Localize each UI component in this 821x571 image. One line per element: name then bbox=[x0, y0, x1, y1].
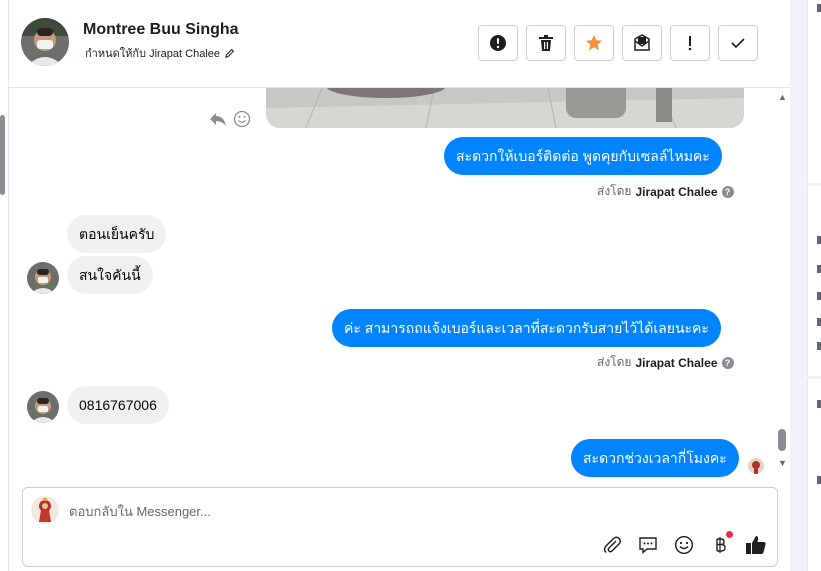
details-marker bbox=[817, 476, 821, 484]
payment-button[interactable] bbox=[709, 531, 733, 556]
contact-avatar-small[interactable] bbox=[27, 391, 59, 423]
conversation-actions bbox=[478, 25, 758, 61]
smiley-icon bbox=[674, 535, 694, 555]
mark-unread-button[interactable] bbox=[622, 25, 662, 61]
message-scrollbar[interactable]: ▲ ▼ bbox=[775, 88, 790, 478]
reply-icon[interactable] bbox=[209, 111, 227, 127]
details-marker bbox=[817, 342, 821, 350]
assigned-to-text: กำหนดให้กับ Jirapat Chalee bbox=[85, 48, 221, 60]
sent-by-label: ส่งโดย Jirapat Chalee ? bbox=[597, 182, 734, 201]
like-button[interactable] bbox=[745, 534, 767, 556]
details-marker bbox=[817, 236, 821, 244]
thumbs-up-icon bbox=[746, 536, 766, 554]
follow-up-button[interactable] bbox=[670, 25, 710, 61]
baht-icon bbox=[716, 537, 726, 553]
scroll-up-arrow-icon[interactable]: ▲ bbox=[778, 92, 787, 102]
star-button[interactable] bbox=[574, 25, 614, 61]
conversation-header: Montree Buu Singha กำหนดให้กับ Jirapat C… bbox=[9, 0, 790, 88]
incoming-message[interactable]: สนใจคันนี้ bbox=[67, 256, 153, 294]
contact-avatar-small[interactable] bbox=[27, 262, 59, 294]
sent-by-name: Jirapat Chalee bbox=[635, 355, 718, 370]
conversation-panel: Montree Buu Singha กำหนดให้กับ Jirapat C… bbox=[9, 0, 790, 571]
reply-composer bbox=[22, 487, 778, 567]
sent-by-label: ส่งโดย Jirapat Chalee ? bbox=[597, 353, 734, 372]
outgoing-message[interactable]: สะดวกให้เบอร์ติดต่อ พูดคุยกับเซลล์ไหมคะ bbox=[444, 137, 722, 175]
sent-by-prefix: ส่งโดย bbox=[597, 355, 632, 369]
sent-by-name: Jirapat Chalee bbox=[635, 184, 718, 199]
incoming-message[interactable]: ตอนเย็นครับ bbox=[67, 215, 167, 253]
page-avatar bbox=[31, 496, 59, 524]
details-marker bbox=[817, 4, 821, 12]
assigned-to-label[interactable]: กำหนดให้กับ Jirapat Chalee bbox=[85, 44, 235, 62]
delete-button[interactable] bbox=[526, 25, 566, 61]
chat-bubble-icon bbox=[639, 537, 657, 555]
composer-tools bbox=[601, 531, 767, 556]
check-icon bbox=[731, 38, 745, 49]
left-scroll-strip bbox=[0, 0, 9, 571]
outgoing-message[interactable]: สะดวกช่วงเวลากี่โมงคะ bbox=[571, 439, 739, 477]
left-scrollbar-thumb[interactable] bbox=[0, 115, 5, 195]
emoji-button[interactable] bbox=[673, 534, 695, 556]
pencil-icon[interactable] bbox=[224, 48, 235, 59]
exclamation-circle-icon bbox=[490, 35, 506, 51]
message-scrollbar-thumb[interactable] bbox=[778, 429, 786, 451]
help-icon[interactable]: ? bbox=[721, 356, 734, 369]
sent-by-prefix: ส่งโดย bbox=[597, 184, 632, 198]
contact-avatar[interactable] bbox=[21, 18, 69, 66]
details-marker bbox=[817, 318, 821, 326]
scroll-down-arrow-icon[interactable]: ▼ bbox=[778, 458, 787, 468]
spam-button[interactable] bbox=[478, 25, 518, 61]
react-emoji-icon[interactable] bbox=[233, 110, 251, 128]
contact-name[interactable]: Montree Buu Singha bbox=[83, 21, 239, 39]
message-list: สะดวกให้เบอร์ติดต่อ พูดคุยกับเซลล์ไหมคะ … bbox=[9, 88, 790, 484]
message-hover-actions bbox=[209, 110, 251, 128]
exclamation-icon bbox=[688, 36, 692, 51]
seen-indicator-avatar bbox=[748, 458, 764, 474]
trash-icon bbox=[539, 35, 553, 51]
done-button[interactable] bbox=[718, 25, 758, 61]
saved-replies-button[interactable] bbox=[637, 534, 659, 556]
notification-dot bbox=[726, 531, 733, 538]
incoming-message[interactable]: 0816767006 bbox=[67, 386, 169, 424]
details-marker bbox=[817, 292, 821, 300]
paperclip-icon bbox=[603, 536, 621, 553]
outgoing-message[interactable]: ค่ะ สามารถถแจ้งเบอร์และเวลาที่สะดวกรับสา… bbox=[332, 309, 721, 347]
star-icon bbox=[586, 35, 602, 51]
envelope-icon bbox=[634, 34, 650, 51]
right-details-panel bbox=[790, 0, 821, 571]
reply-input[interactable] bbox=[69, 500, 629, 522]
attachment-button[interactable] bbox=[601, 534, 623, 556]
help-icon[interactable]: ? bbox=[721, 185, 734, 198]
details-marker bbox=[817, 265, 821, 273]
image-attachment[interactable] bbox=[266, 88, 744, 128]
messenger-inbox: Montree Buu Singha กำหนดให้กับ Jirapat C… bbox=[0, 0, 821, 571]
details-marker bbox=[817, 400, 821, 408]
details-card bbox=[807, 0, 821, 183]
